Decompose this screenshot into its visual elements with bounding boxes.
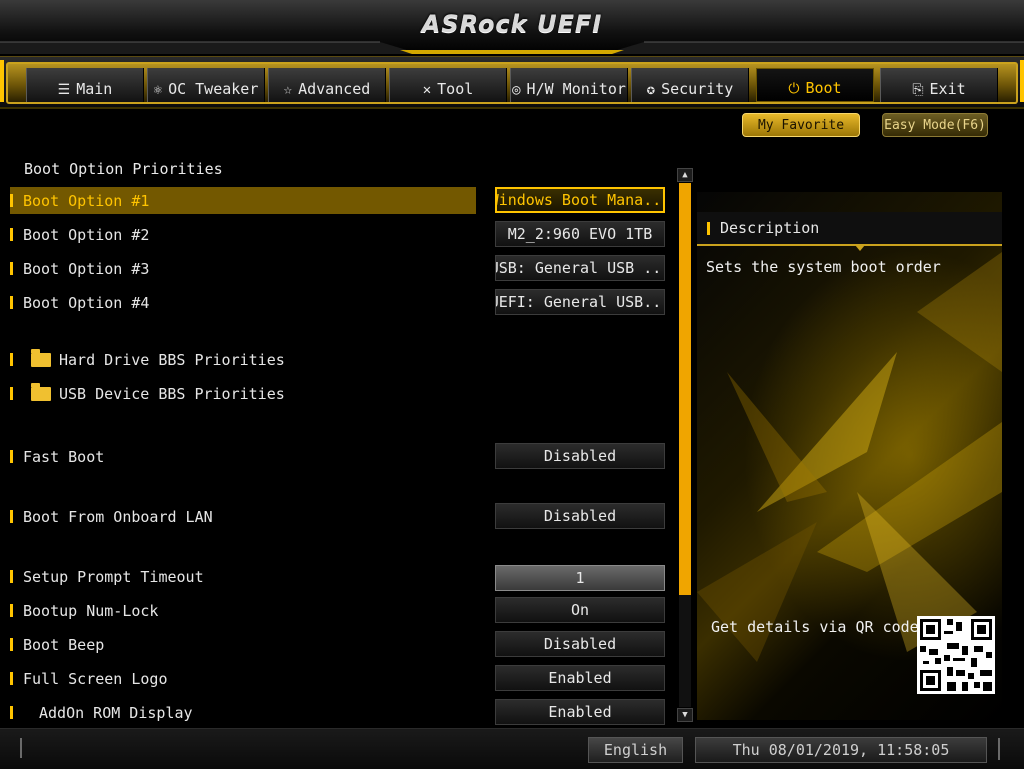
folder-icon xyxy=(31,348,51,367)
description-text: Sets the system boot order xyxy=(706,258,941,276)
full-screen-logo-value[interactable]: Enabled xyxy=(495,665,665,691)
row-marker xyxy=(10,228,13,241)
right-rail-accent xyxy=(1020,60,1024,102)
setting-label: Setup Prompt Timeout xyxy=(23,567,204,586)
tab-advanced[interactable]: ☆ Advanced xyxy=(268,68,386,102)
tab-label: OC Tweaker xyxy=(168,80,259,98)
tab-exit[interactable]: ⎘ Exit xyxy=(880,68,998,102)
qr-caption: Get details via QR code xyxy=(711,618,919,636)
setting-label: Boot Option #3 xyxy=(23,259,150,278)
asrock-uefi-logo: ASRock UEFI xyxy=(421,10,603,38)
setting-row-boot-option-1[interactable]: Boot Option #1 xyxy=(10,187,476,214)
boot-beep-value[interactable]: Disabled xyxy=(495,631,665,657)
tab-label: Main xyxy=(76,80,113,98)
description-header: Description xyxy=(697,212,1002,251)
tab-label: Exit xyxy=(929,80,966,98)
setting-row-boot-option-2[interactable]: Boot Option #2 xyxy=(10,221,476,248)
description-title: Description xyxy=(720,219,820,237)
scroll-up-arrow-icon[interactable]: ▲ xyxy=(677,168,693,182)
date-time-display: Thu 08/01/2019, 11:58:05 xyxy=(695,737,987,763)
setting-row-fast-boot[interactable]: Fast Boot xyxy=(10,443,476,470)
scrollbar-thumb[interactable] xyxy=(679,183,691,595)
setup-timeout-input[interactable]: 1 xyxy=(495,565,665,591)
fast-boot-value[interactable]: Disabled xyxy=(495,443,665,469)
tab-main[interactable]: ☰ Main xyxy=(26,68,144,102)
left-rail-accent xyxy=(0,60,4,102)
row-marker xyxy=(10,450,13,463)
row-marker xyxy=(10,706,13,719)
tab-oc-tweaker[interactable]: ⚛ OC Tweaker xyxy=(147,68,265,102)
row-marker xyxy=(10,604,13,617)
setting-label: Full Screen Logo xyxy=(23,669,168,688)
row-marker xyxy=(10,353,13,366)
row-marker xyxy=(10,570,13,583)
row-marker xyxy=(10,387,13,400)
monitor-icon: ◎ xyxy=(512,82,521,98)
addon-rom-display-value[interactable]: Enabled xyxy=(495,699,665,725)
setting-label: AddOn ROM Display xyxy=(39,703,193,722)
row-marker xyxy=(10,194,13,207)
setting-row-setup-prompt-timeout[interactable]: Setup Prompt Timeout xyxy=(10,563,476,590)
setting-label: Boot Option #4 xyxy=(23,293,150,312)
qr-code-icon xyxy=(917,616,995,694)
setting-label: Boot From Onboard LAN xyxy=(23,507,213,526)
tab-tool[interactable]: ✕ Tool xyxy=(389,68,507,102)
easy-mode-button[interactable]: Easy Mode(F6) xyxy=(882,113,988,137)
header-notch xyxy=(855,245,865,251)
row-marker xyxy=(10,262,13,275)
language-selector[interactable]: English xyxy=(588,737,683,763)
section-title: Boot Option Priorities xyxy=(24,160,223,178)
row-marker xyxy=(10,672,13,685)
numlock-value[interactable]: On xyxy=(495,597,665,623)
submenu-usb-device-bbs[interactable]: USB Device BBS Priorities xyxy=(10,380,476,407)
status-bar-right-divider xyxy=(998,738,1000,760)
tab-label: Tool xyxy=(437,80,474,98)
row-marker xyxy=(707,221,710,235)
setting-label: Boot Option #2 xyxy=(23,225,150,244)
setting-row-boot-from-onboard-lan[interactable]: Boot From Onboard LAN xyxy=(10,503,476,530)
boot-option-1-value[interactable]: Windows Boot Mana... xyxy=(495,187,665,213)
star-icon: ☆ xyxy=(283,82,293,98)
setting-row-boot-beep[interactable]: Boot Beep xyxy=(10,631,476,658)
tab-boot[interactable]: ⏻ Boot xyxy=(756,68,874,102)
setting-label: Fast Boot xyxy=(23,447,105,466)
list-icon: ☰ xyxy=(57,82,71,98)
power-icon: ⏻ xyxy=(788,81,800,97)
row-marker xyxy=(10,296,13,309)
tab-security[interactable]: ✪ Security xyxy=(631,68,749,102)
row-marker xyxy=(10,638,13,651)
folder-icon xyxy=(31,382,51,401)
exit-icon: ⎘ xyxy=(912,82,924,98)
title-bar: ASRock UEFI xyxy=(0,0,1024,54)
row-marker xyxy=(10,510,13,523)
scroll-down-arrow-icon[interactable]: ▼ xyxy=(677,708,693,722)
setting-row-addon-rom-display[interactable]: AddOn ROM Display xyxy=(10,699,476,726)
rocket-icon: ⚛ xyxy=(153,82,163,98)
status-bar-left-divider xyxy=(20,738,22,758)
setting-row-boot-option-4[interactable]: Boot Option #4 xyxy=(10,289,476,316)
tab-label: H/W Monitor xyxy=(526,80,626,98)
setting-row-boot-option-3[interactable]: Boot Option #3 xyxy=(10,255,476,282)
onboard-lan-value[interactable]: Disabled xyxy=(495,503,665,529)
setting-row-bootup-num-lock[interactable]: Bootup Num-Lock xyxy=(10,597,476,624)
wrench-icon: ✕ xyxy=(422,82,432,98)
submenu-hard-drive-bbs[interactable]: Hard Drive BBS Priorities xyxy=(10,346,476,373)
tab-hw-monitor[interactable]: ◎ H/W Monitor xyxy=(510,68,628,102)
boot-option-3-value[interactable]: USB: General USB ... xyxy=(495,255,665,281)
setting-label: Hard Drive BBS Priorities xyxy=(59,350,285,369)
setting-label: Boot Beep xyxy=(23,635,105,654)
my-favorite-button[interactable]: My Favorite xyxy=(742,113,860,137)
setting-row-full-screen-logo[interactable]: Full Screen Logo xyxy=(10,665,476,692)
setting-label: USB Device BBS Priorities xyxy=(59,384,285,403)
tab-label: Boot xyxy=(805,79,842,97)
boot-option-2-value[interactable]: M2_2:960 EVO 1TB xyxy=(495,221,665,247)
setting-label: Bootup Num-Lock xyxy=(23,601,159,620)
shield-icon: ✪ xyxy=(646,82,656,98)
tab-label: Advanced xyxy=(298,80,371,98)
boot-option-4-value[interactable]: UEFI: General USB... xyxy=(495,289,665,315)
setting-label: Boot Option #1 xyxy=(23,191,150,210)
tab-label: Security xyxy=(661,80,734,98)
